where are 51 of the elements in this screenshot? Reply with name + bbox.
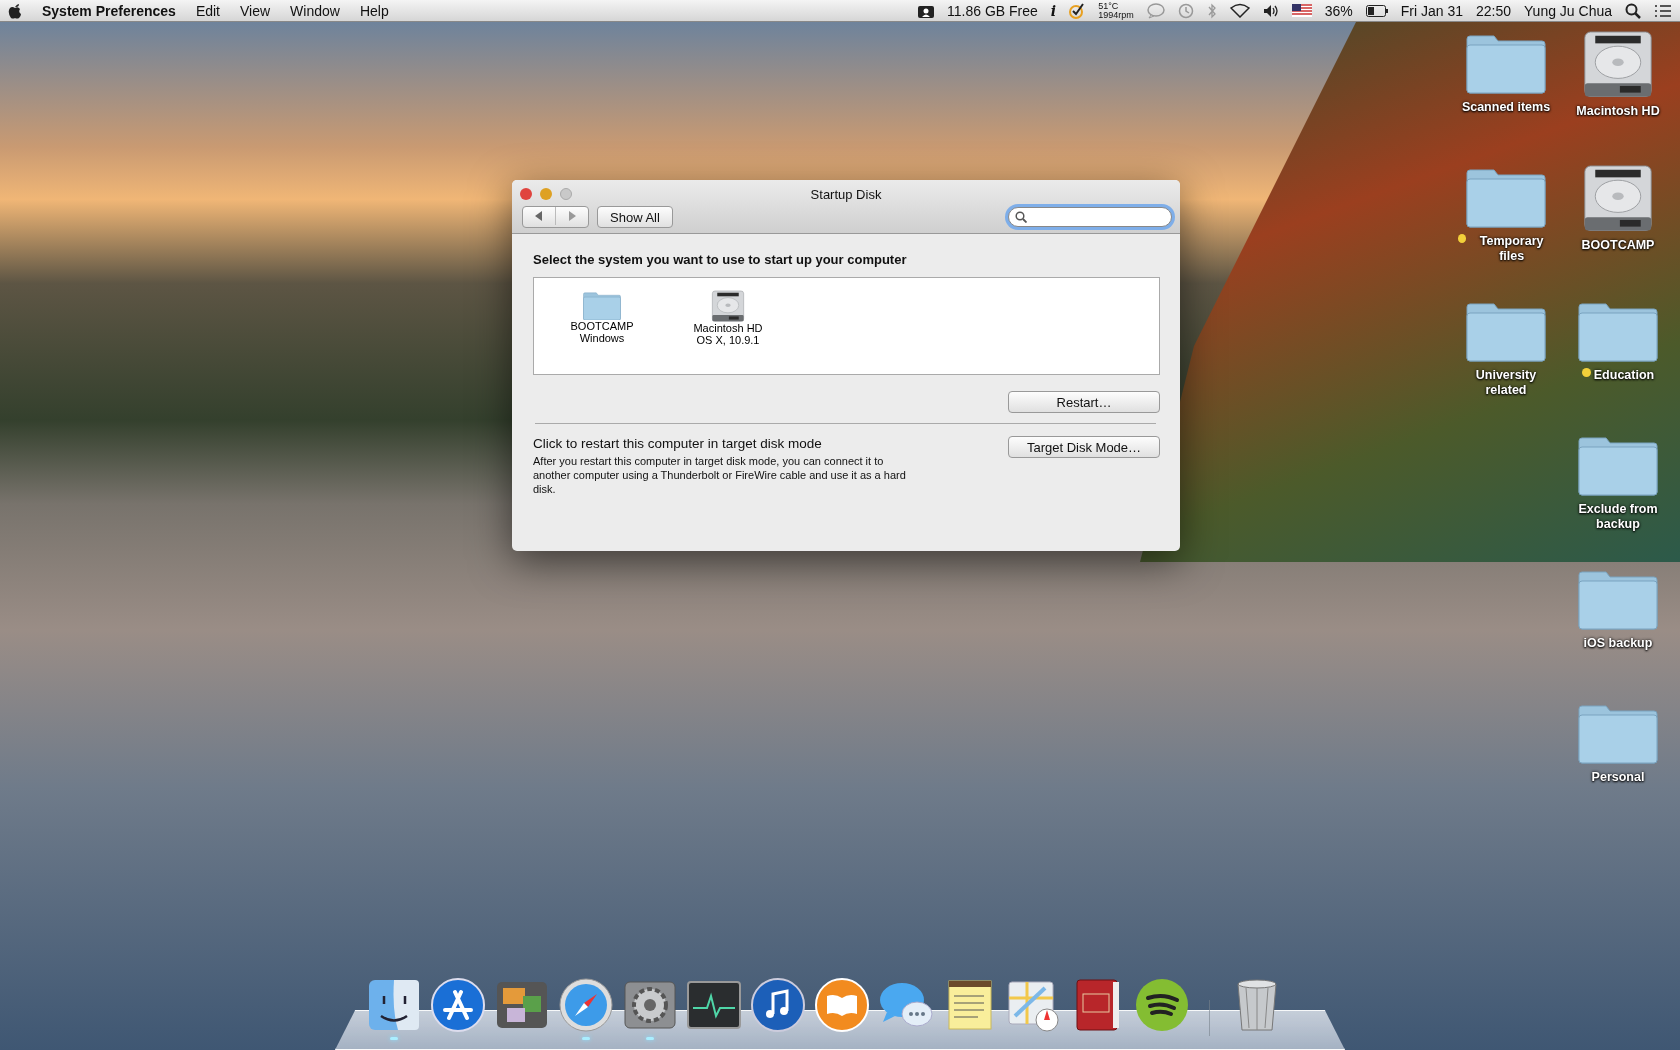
sound-waves-icon[interactable] xyxy=(1133,976,1191,1034)
menu-item[interactable]: View xyxy=(240,2,271,19)
fan-speed-reading[interactable]: 1994rpm xyxy=(1098,10,1134,20)
hard-drive-icon xyxy=(1582,164,1654,233)
contact-card-icon[interactable] xyxy=(918,3,935,18)
search-field[interactable] xyxy=(1008,207,1172,227)
speaker-icon[interactable] xyxy=(1262,3,1279,18)
desktop-icon-label[interactable]: Education xyxy=(1593,368,1655,383)
info-glyph[interactable]: i xyxy=(1050,2,1057,19)
time-text[interactable]: 22:50 xyxy=(1476,2,1512,19)
menu-item[interactable]: Window xyxy=(290,2,340,19)
target-mode-heading: Click to restart this computer in target disk mode xyxy=(533,436,823,451)
disk-option[interactable]: Macintosh HD OS X, 10.9.1 xyxy=(680,288,776,364)
desktop-icon-label[interactable]: Personal xyxy=(1591,770,1645,785)
folder-icon xyxy=(583,290,621,321)
compass-icon[interactable] xyxy=(557,976,615,1034)
hard-drive-icon xyxy=(711,290,745,323)
open-book-icon[interactable] xyxy=(813,976,871,1034)
restart-button[interactable]: Restart… xyxy=(1008,391,1160,413)
date-text[interactable]: Fri Jan 31 xyxy=(1400,2,1463,19)
wifi-icon[interactable] xyxy=(1229,3,1250,18)
desktop-icon-label[interactable]: Scanned items xyxy=(1461,100,1551,115)
checkmark-icon[interactable] xyxy=(1069,2,1086,19)
menu-item[interactable]: Edit xyxy=(195,2,220,19)
desktop-icon-label[interactable]: Temporary files xyxy=(1469,234,1554,264)
user-name[interactable]: Yung Ju Chua xyxy=(1524,2,1612,19)
desktop-icon-label[interactable]: University related xyxy=(1458,368,1554,398)
section-heading: Select the system you want to use to start up your computer xyxy=(533,252,908,267)
list-icon[interactable] xyxy=(1654,3,1672,18)
close-button[interactable] xyxy=(520,188,532,200)
battery-icon[interactable] xyxy=(1365,4,1388,17)
app-store-icon[interactable] xyxy=(429,976,487,1034)
desktop-icon-label[interactable]: Exclude from backup xyxy=(1570,502,1666,532)
hard-drive-icon xyxy=(1582,30,1654,99)
target-disk-mode-button[interactable]: Target Disk Mode… xyxy=(1008,436,1160,458)
music-note-icon[interactable] xyxy=(749,976,807,1034)
window-title: Startup Disk xyxy=(810,186,882,202)
app-menu[interactable]: System Preferences xyxy=(42,2,176,19)
apple-logo-icon[interactable] xyxy=(8,2,22,19)
flag-icon[interactable] xyxy=(1291,4,1312,17)
target-mode-description: After you restart this computer in target disk mode, you can connect it to another computer using a Thunderbolt or FireWire cable and use it as a hard disk. xyxy=(533,454,907,496)
search-icon xyxy=(1015,211,1027,223)
battery-percent[interactable]: 36% xyxy=(1324,2,1353,19)
temperature-reading[interactable]: 51°C xyxy=(1098,1,1134,11)
disk-option[interactable]: BOOTCAMP Windows xyxy=(554,288,650,364)
desktop-icon-label[interactable]: Macintosh HD xyxy=(1576,104,1660,120)
search-icon[interactable] xyxy=(1625,2,1641,19)
disk-free-text[interactable]: 11.86 GB Free xyxy=(947,2,1038,19)
menu-item[interactable]: Help xyxy=(359,2,389,19)
show-all-button[interactable]: Show All xyxy=(597,206,673,228)
desktop-icon-label[interactable]: BOOTCAMP xyxy=(1581,238,1655,254)
